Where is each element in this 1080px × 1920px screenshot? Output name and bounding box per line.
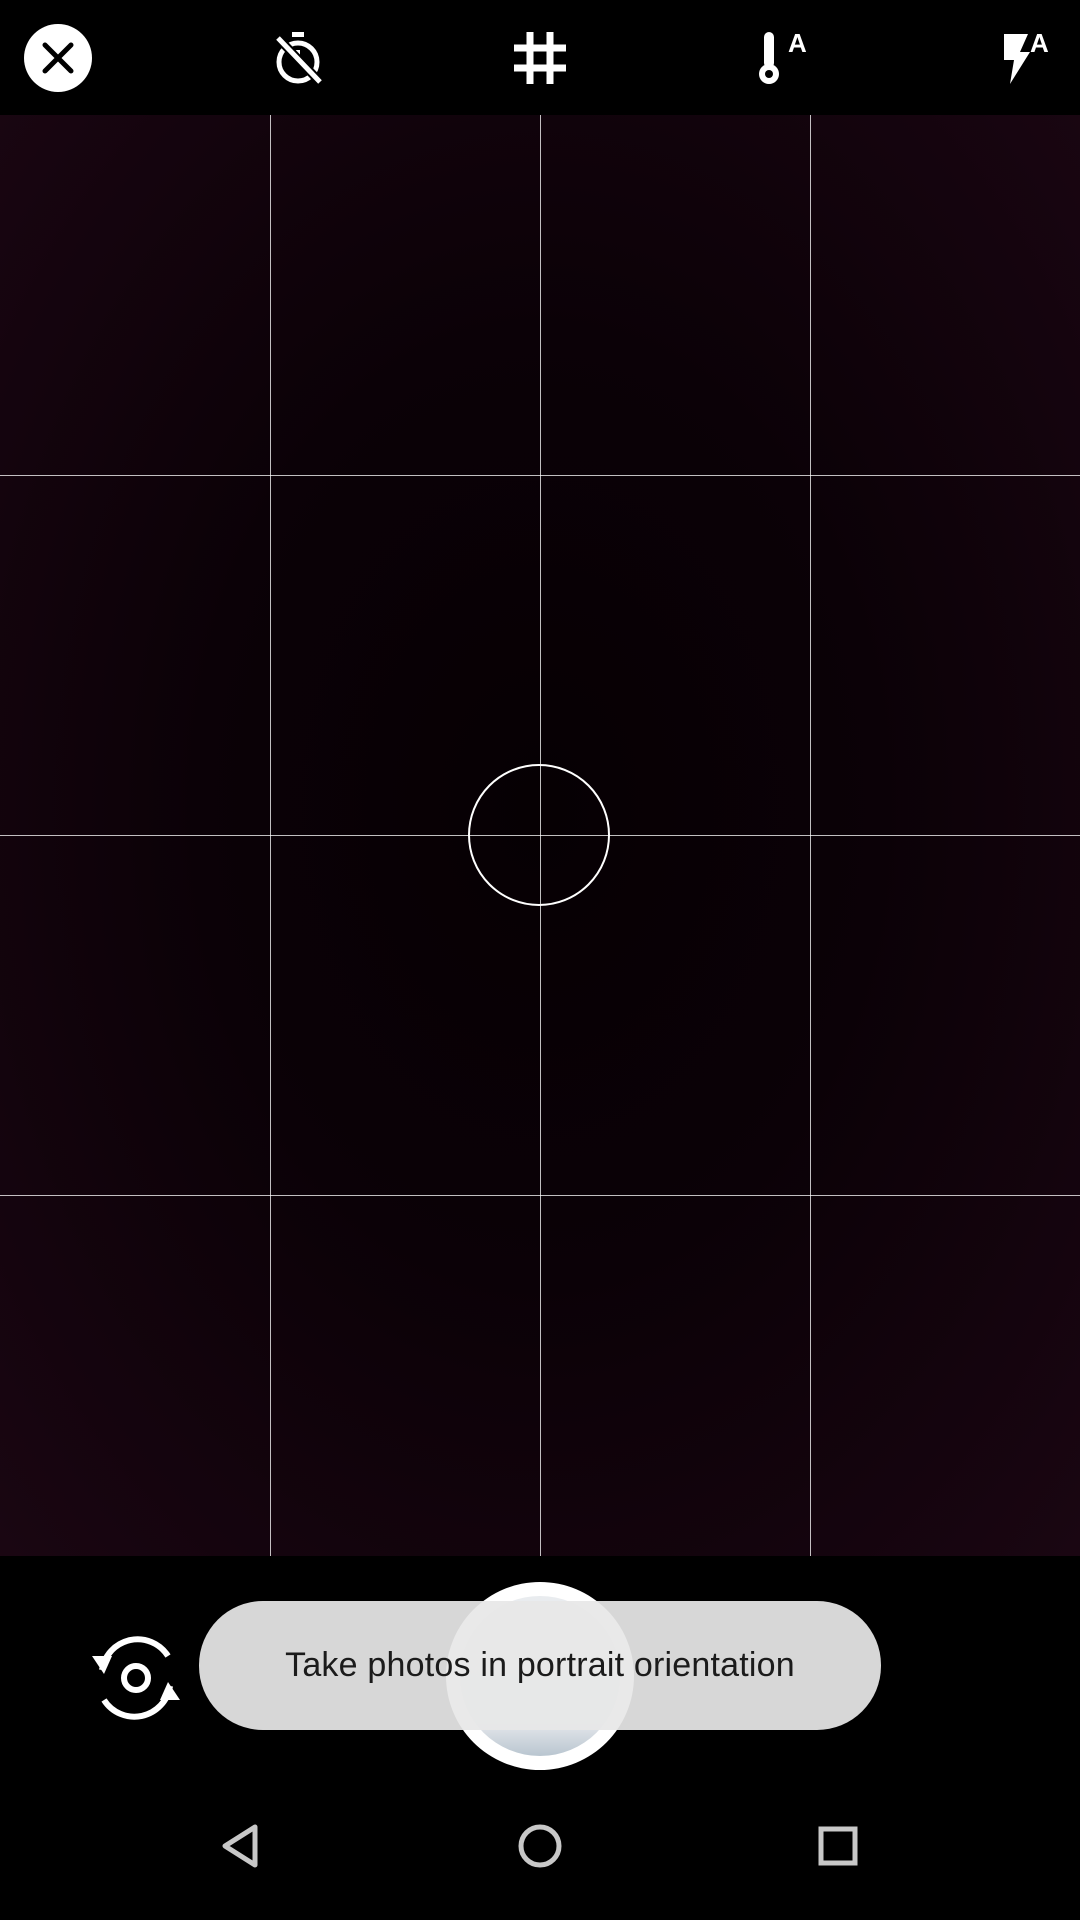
white-balance-badge: A — [788, 28, 807, 58]
toast-message: Take photos in portrait orientation — [199, 1601, 881, 1730]
switch-camera-icon — [92, 1636, 180, 1720]
back-button[interactable] — [202, 1806, 282, 1886]
camera-viewfinder[interactable] — [0, 115, 1080, 1556]
recents-square-icon — [818, 1826, 858, 1866]
back-triangle-icon — [222, 1824, 258, 1868]
grid-icon — [514, 32, 566, 84]
timer-off-icon — [274, 32, 324, 86]
white-balance-button[interactable]: A — [746, 22, 818, 94]
close-button[interactable] — [22, 22, 94, 94]
flash-button[interactable]: A — [988, 22, 1060, 94]
home-button[interactable] — [500, 1806, 580, 1886]
timer-button[interactable] — [262, 22, 334, 94]
grid-button[interactable] — [504, 22, 576, 94]
camera-top-bar: A A — [0, 0, 1080, 115]
system-nav-bar — [0, 1770, 1080, 1920]
grid-line — [0, 1195, 1080, 1196]
home-circle-icon — [518, 1824, 562, 1868]
flash-badge: A — [1030, 28, 1049, 58]
close-icon — [24, 24, 92, 92]
focus-ring — [468, 764, 610, 906]
switch-camera-button[interactable] — [84, 1626, 188, 1730]
recents-button[interactable] — [798, 1806, 878, 1886]
camera-screen: A A Take photos in portrait orientation — [0, 0, 1080, 1920]
grid-line — [0, 475, 1080, 476]
